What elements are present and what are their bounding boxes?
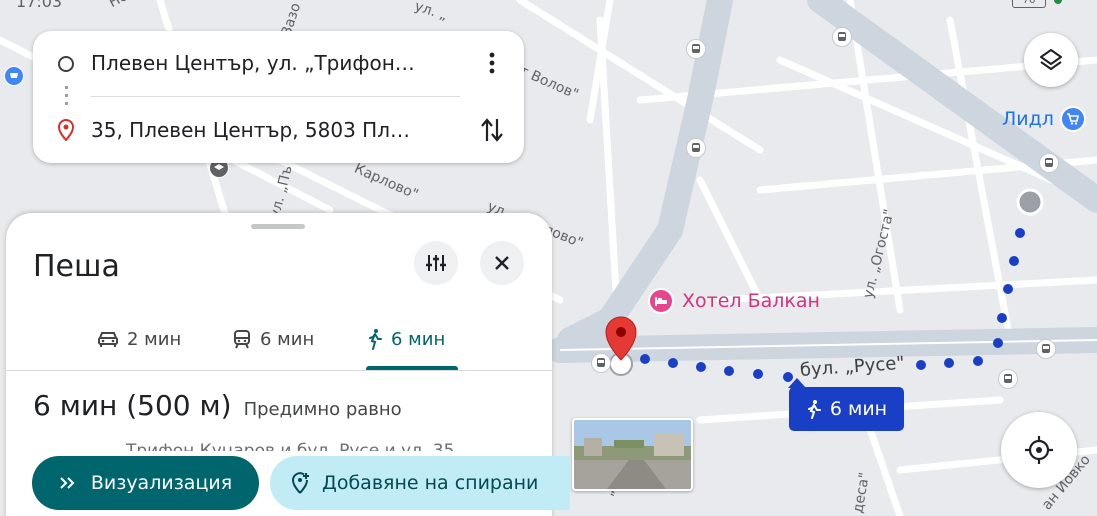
tab-transit-label: 6 мин: [260, 328, 315, 350]
summary-time: 6 мин (500 м): [33, 389, 232, 422]
more-vert-icon: [489, 52, 495, 74]
train-icon: [234, 330, 250, 349]
tab-driving[interactable]: 2 мин: [97, 319, 181, 359]
shopping-cart-icon: [1059, 106, 1086, 132]
destination-field[interactable]: 35, Плевен Център, 5803 Пл…: [91, 118, 410, 142]
directions-panel: Пеша 2 мин 6 мин 6 мин 6 мин (500 м) Пре…: [6, 213, 570, 516]
bus-stop-icon[interactable]: [832, 27, 852, 47]
bus-stop-icon[interactable]: [686, 39, 706, 59]
add-stops-button[interactable]: Добавяне на спирани: [270, 456, 570, 510]
route-options-button[interactable]: [414, 241, 458, 285]
route-badge-label: 6 мин: [829, 398, 888, 420]
location-pin-icon: [57, 119, 75, 141]
tab-walking[interactable]: 6 мин: [367, 319, 445, 359]
add-stops-label: Добавяне на спирани: [322, 472, 539, 494]
route-divider: [91, 96, 460, 97]
hotel-balkan-poi[interactable]: Хотел Балкан: [648, 288, 820, 314]
layers-button[interactable]: [1024, 33, 1078, 87]
hotel-name: Хотел Балкан: [682, 290, 820, 312]
via-text: Трифон Куцаров и бул. Русе и ул. 35: [126, 441, 455, 451]
drag-handle[interactable]: [251, 224, 305, 229]
tab-walking-label: 6 мин: [391, 328, 446, 350]
origin-marker: [1016, 188, 1044, 216]
crosshair-icon: [1025, 436, 1053, 464]
close-icon: [495, 256, 509, 270]
bus-stop-icon[interactable]: [591, 353, 611, 373]
store-name: Лидл: [1002, 108, 1054, 130]
walk-icon: [807, 400, 821, 419]
car-icon: [98, 332, 118, 347]
preview-button-label: Визуализация: [90, 472, 233, 494]
walk-icon: [369, 329, 382, 350]
hotel-icon: [648, 288, 674, 314]
swap-directions-button[interactable]: [477, 115, 507, 145]
route-duration-badge[interactable]: 6 мин: [788, 378, 904, 431]
my-location-button[interactable]: [1001, 412, 1077, 488]
route-dots-icon: [65, 86, 68, 106]
status-time: 17:03: [16, 0, 63, 11]
bus-stop-icon[interactable]: [1039, 153, 1059, 173]
double-chevron-icon: [60, 477, 75, 489]
store-icon-left[interactable]: [4, 66, 24, 86]
bus-stop-icon[interactable]: [1036, 339, 1056, 359]
route-summary[interactable]: 6 мин (500 м) Предимно равно: [33, 389, 402, 422]
route-input-card: Плевен Център, ул. „Трифон… 35, Плевен Ц…: [33, 31, 524, 163]
swap-vert-icon: [481, 118, 503, 142]
more-options-button[interactable]: [479, 49, 505, 77]
add-location-icon: [291, 472, 309, 494]
summary-note: Предимно равно: [243, 399, 402, 420]
bus-stop-icon[interactable]: [686, 138, 706, 158]
layers-icon: [1040, 49, 1062, 70]
origin-circle-icon: [58, 56, 74, 72]
tab-driving-label: 2 мин: [127, 328, 182, 350]
tabs-divider: [6, 370, 552, 371]
bus-stop-icon[interactable]: [998, 369, 1018, 389]
travel-mode-tabs: 2 мин 6 мин 6 мин: [6, 309, 552, 369]
lidl-poi[interactable]: Лидл: [1002, 106, 1086, 132]
battery-indicator: 76: [1012, 0, 1046, 8]
panel-title: Пеша: [33, 249, 120, 284]
tune-icon: [426, 255, 446, 271]
origin-field[interactable]: Плевен Център, ул. „Трифон…: [91, 51, 415, 75]
street-view-thumbnail[interactable]: [572, 418, 693, 491]
tab-transit[interactable]: 6 мин: [232, 319, 314, 359]
destination-pin-icon: [605, 316, 637, 376]
close-button[interactable]: [480, 241, 524, 285]
preview-button[interactable]: Визуализация: [32, 456, 259, 510]
